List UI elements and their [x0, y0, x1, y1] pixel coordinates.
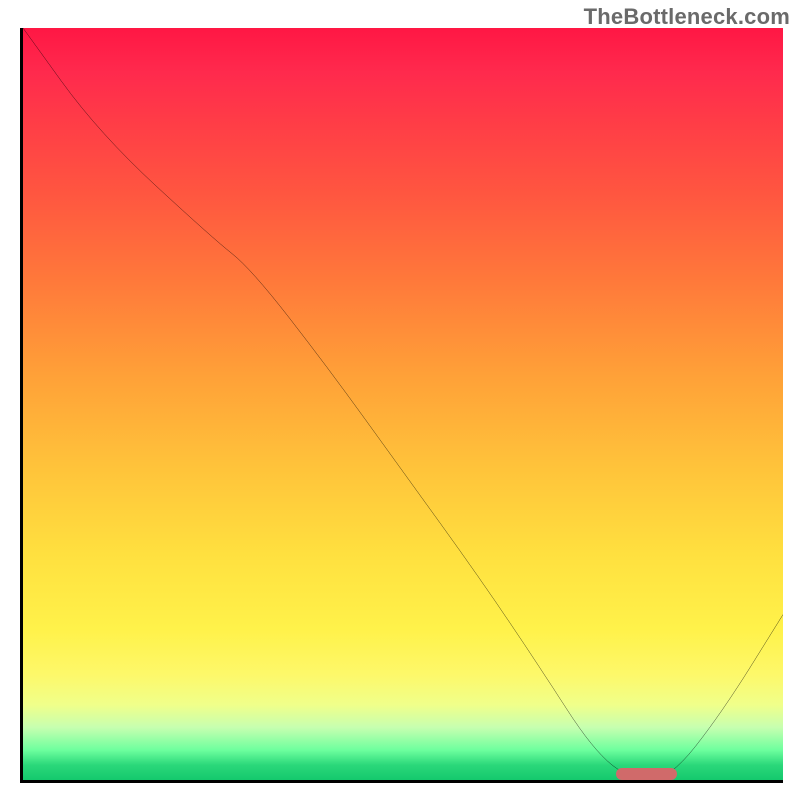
optimal-range-marker	[616, 768, 677, 780]
gradient-background	[23, 28, 783, 780]
chart-container: TheBottleneck.com	[0, 0, 800, 800]
watermark-text: TheBottleneck.com	[584, 4, 790, 30]
plot-area	[20, 28, 783, 783]
